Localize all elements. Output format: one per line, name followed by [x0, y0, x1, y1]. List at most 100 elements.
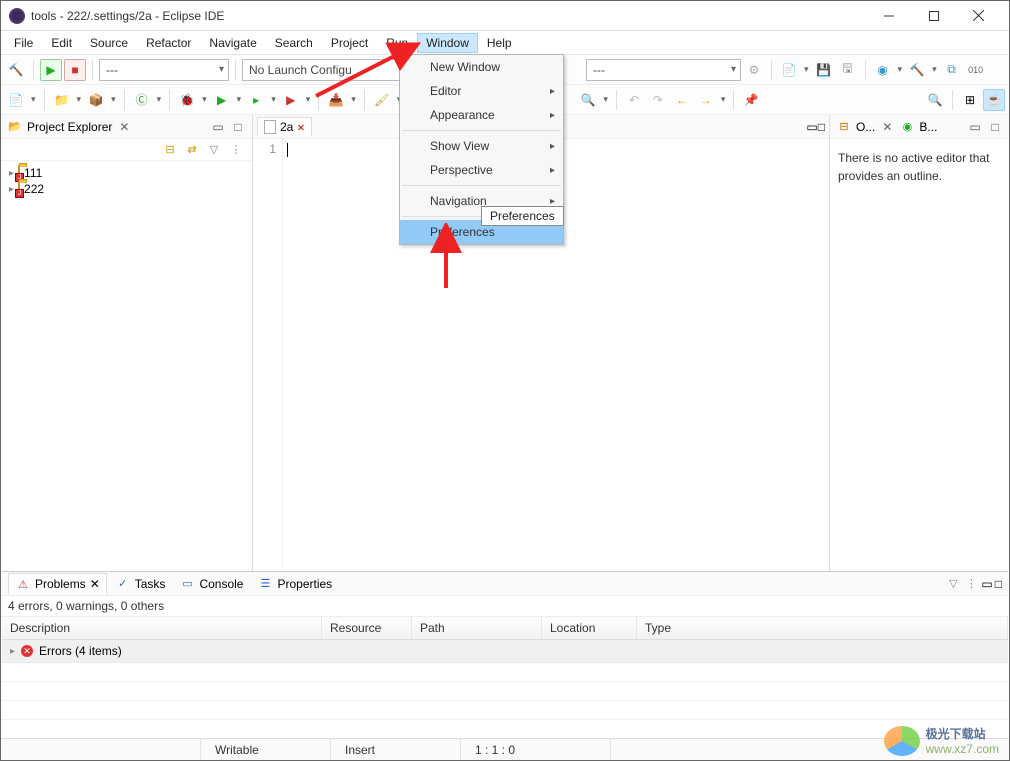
open-type-icon[interactable]: ◉	[872, 59, 894, 81]
editor-tab-2a[interactable]: 2a ✕	[257, 117, 312, 136]
build-settings-icon[interactable]: 🔨	[906, 59, 928, 81]
col-resource[interactable]: Resource	[322, 617, 412, 639]
binary-icon[interactable]: 010	[965, 59, 987, 81]
menu-separator	[402, 130, 561, 131]
link-editor-icon[interactable]: ⇄	[184, 142, 200, 158]
problems-max-icon[interactable]: □	[995, 577, 1002, 591]
outline-tab-label[interactable]: O...	[856, 120, 875, 134]
collapse-all-icon[interactable]: ⊟	[162, 142, 178, 158]
forward-icon[interactable]: ↷	[647, 89, 669, 111]
expand-icon[interactable]: ▸	[10, 646, 15, 657]
problems-panel: ⚠Problems✕ ✓Tasks ▭Console ☰Properties ▽…	[2, 571, 1008, 738]
menu-edit[interactable]: Edit	[42, 33, 81, 53]
outline-header: ⊟ O... ✕ ◉ B... ▭ □	[830, 115, 1009, 139]
coverage-icon[interactable]: ▸	[245, 89, 267, 111]
save-icon[interactable]: 💾	[813, 59, 835, 81]
project-item-111[interactable]: ▸ J 111	[7, 165, 246, 181]
close-tab-icon[interactable]: ✕	[90, 577, 100, 591]
filter-icon[interactable]: ▽	[206, 142, 222, 158]
tasks-icon: ✓	[115, 576, 131, 592]
close-view-icon[interactable]: ✕	[116, 120, 132, 134]
problems-menu-icon[interactable]: ⋮	[963, 576, 979, 592]
debug-icon[interactable]: 🐞	[176, 89, 198, 111]
search-icon-tb[interactable]: 🔍	[577, 89, 599, 111]
preferences-tooltip: Preferences	[481, 206, 564, 226]
prev-icon[interactable]: ←	[671, 89, 693, 111]
menu-project[interactable]: Project	[322, 33, 377, 53]
launch-config-combo[interactable]: No Launch Configu	[242, 59, 422, 81]
tab-tasks[interactable]: ✓Tasks	[109, 574, 172, 594]
menu-new-window[interactable]: New Window	[400, 55, 563, 79]
menu-file[interactable]: File	[5, 33, 42, 53]
outline-max-icon[interactable]: □	[987, 119, 1003, 135]
menu-navigate[interactable]: Navigate	[200, 33, 265, 53]
paint-icon[interactable]: 🖌	[371, 89, 393, 111]
new-package-icon[interactable]: 📦	[85, 89, 107, 111]
quick-access-icon[interactable]: 🔍	[924, 89, 946, 111]
new-class-icon[interactable]: Ⓒ	[131, 89, 153, 111]
menu-help[interactable]: Help	[478, 33, 521, 53]
open-task-icon[interactable]: ⧉	[941, 59, 963, 81]
col-description[interactable]: Description	[2, 617, 322, 639]
project-explorer-title: Project Explorer	[27, 120, 112, 134]
editor-minimize-icon[interactable]: ▭	[806, 120, 817, 134]
outline-icon: ⊟	[836, 119, 852, 135]
launch-target-combo[interactable]: ---	[99, 59, 229, 81]
menu-show-view-submenu[interactable]: Show View▸	[400, 134, 563, 158]
dirty-close-icon[interactable]: ✕	[297, 120, 304, 134]
table-row	[2, 701, 1008, 720]
menu-search[interactable]: Search	[266, 33, 322, 53]
run-button[interactable]: ▶	[40, 59, 62, 81]
project-label: 222	[24, 182, 44, 196]
problems-columns: Description Resource Path Location Type	[2, 617, 1008, 640]
back-icon[interactable]: ↶	[623, 89, 645, 111]
next-icon[interactable]: →	[695, 89, 717, 111]
new-server-icon[interactable]: 📥	[325, 89, 347, 111]
new-icon[interactable]: 📄	[778, 59, 800, 81]
project-label: 111	[24, 166, 42, 180]
breakpoints-tab-label[interactable]: B...	[919, 120, 937, 134]
tab-console[interactable]: ▭Console	[173, 574, 249, 594]
close-outline-icon[interactable]: ✕	[879, 120, 895, 134]
menu-source[interactable]: Source	[81, 33, 137, 53]
problems-min-icon[interactable]: ▭	[981, 577, 992, 591]
gear-icon[interactable]: ⚙	[743, 59, 765, 81]
external-tools-icon[interactable]: ▶	[280, 89, 302, 111]
minimize-button[interactable]	[866, 2, 911, 30]
java-perspective-icon[interactable]: ☕	[983, 89, 1005, 111]
maximize-view-icon[interactable]: □	[230, 119, 246, 135]
stop-button[interactable]: ■	[64, 59, 86, 81]
open-perspective-icon[interactable]: ⊞	[959, 89, 981, 111]
project-explorer-header: 📂 Project Explorer ✕ ▭ □	[1, 115, 252, 139]
view-menu-icon[interactable]: ⋮	[228, 142, 244, 158]
perspective-combo[interactable]: ---	[586, 59, 741, 81]
errors-group-row[interactable]: ▸ ✕ Errors (4 items)	[2, 640, 1008, 663]
project-item-222[interactable]: ▸ J 222	[7, 181, 246, 197]
menu-editor-submenu[interactable]: Editor▸	[400, 79, 563, 103]
menu-window[interactable]: Window	[417, 33, 478, 53]
new-project-icon[interactable]: 📁	[51, 89, 73, 111]
menu-perspective-submenu[interactable]: Perspective▸	[400, 158, 563, 182]
menu-run[interactable]: Run	[377, 33, 417, 53]
project-explorer-icon: 📂	[7, 119, 23, 135]
save-all-icon[interactable]: 🖫	[837, 59, 859, 81]
minimize-view-icon[interactable]: ▭	[210, 119, 226, 135]
col-type[interactable]: Type	[637, 617, 1008, 639]
close-button[interactable]	[956, 2, 1001, 30]
new-wizard-icon[interactable]: 📄	[5, 89, 27, 111]
maximize-button[interactable]	[911, 2, 956, 30]
filter-problems-icon[interactable]: ▽	[945, 576, 961, 592]
col-location[interactable]: Location	[542, 617, 637, 639]
menu-refactor[interactable]: Refactor	[137, 33, 200, 53]
table-row	[2, 663, 1008, 682]
col-path[interactable]: Path	[412, 617, 542, 639]
run-icon[interactable]: ▶	[211, 89, 233, 111]
editor-maximize-icon[interactable]: □	[818, 120, 825, 134]
pin-icon[interactable]: 📌	[740, 89, 762, 111]
tab-problems[interactable]: ⚠Problems✕	[8, 573, 107, 594]
build-icon[interactable]: 🔨	[5, 59, 27, 81]
tab-properties[interactable]: ☰Properties	[251, 574, 338, 594]
outline-min-icon[interactable]: ▭	[967, 119, 983, 135]
problems-summary: 4 errors, 0 warnings, 0 others	[2, 596, 1008, 617]
menu-appearance-submenu[interactable]: Appearance▸	[400, 103, 563, 127]
